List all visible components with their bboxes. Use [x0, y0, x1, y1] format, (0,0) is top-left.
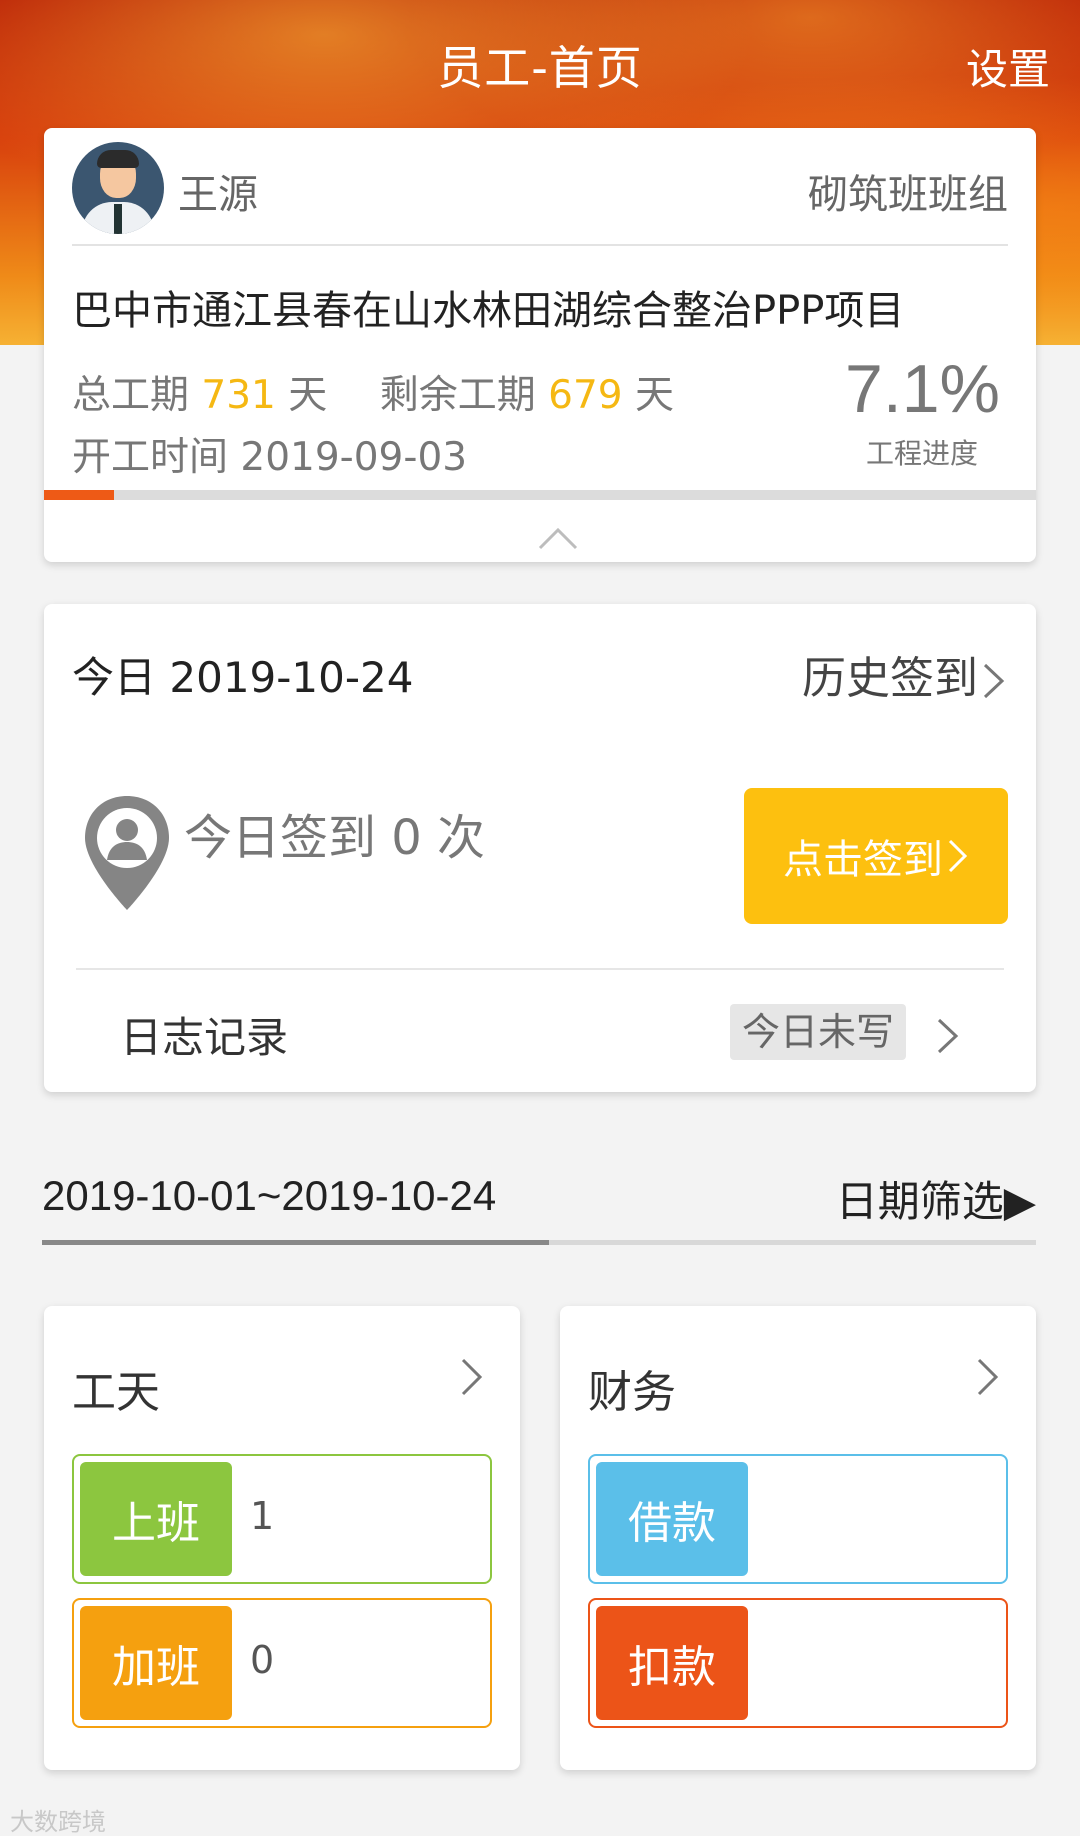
today-date-value: 2019-10-24 — [169, 653, 414, 702]
finance-title: 财务 — [588, 1367, 676, 1418]
log-status-badge: 今日未写 — [730, 1004, 907, 1060]
location-person-icon — [85, 796, 169, 910]
date-range-bar — [42, 1240, 1036, 1245]
workdays-title: 工天 — [72, 1367, 160, 1418]
project-name: 巴中市通江县春在山水林田湖综合整治PPP项目 — [72, 288, 905, 334]
signin-count: 今日签到 0 次 — [184, 810, 486, 866]
start-date: 2019-09-03 — [240, 435, 468, 480]
team-name: 砌筑班班组 — [808, 172, 1008, 218]
today-label: 今日 — [72, 653, 157, 702]
project-card: 王源 砌筑班班组 巴中市通江县春在山水林田湖综合整治PPP项目 总工期 731 … — [44, 128, 1036, 562]
remaining-period-label: 剩余工期 — [379, 373, 536, 418]
finance-row-loan[interactable]: 借款 — [588, 1454, 1008, 1584]
chevron-right-icon — [983, 663, 1005, 699]
date-range: 2019-10-01~2019-10-24 — [42, 1172, 497, 1219]
overtime-label: 加班 — [80, 1606, 232, 1720]
chevron-right-icon — [948, 839, 968, 873]
history-signin-link[interactable]: 历史签到 — [802, 642, 1006, 706]
total-period-value: 731 — [201, 373, 276, 418]
progress-percent: 7.1% — [845, 351, 1000, 427]
user-name: 王源 — [178, 172, 258, 218]
loan-label: 借款 — [596, 1462, 748, 1576]
day-unit: 天 — [634, 373, 674, 418]
remaining-period-value: 679 — [548, 373, 623, 418]
day-unit: 天 — [288, 373, 328, 418]
log-label[interactable]: 日志记录 — [120, 1004, 288, 1065]
progress-bar-fill — [44, 490, 115, 500]
onduty-label: 上班 — [80, 1462, 232, 1576]
onduty-value: 1 — [250, 1494, 275, 1538]
start-label: 开工时间 — [72, 435, 229, 480]
deduction-label: 扣款 — [596, 1606, 748, 1720]
chevron-right-icon[interactable] — [976, 1356, 1000, 1398]
chevron-right-icon[interactable] — [936, 1016, 960, 1056]
date-range-bar-fill — [42, 1240, 549, 1245]
workdays-card: 工天 上班 1 加班 0 — [44, 1306, 520, 1770]
progress-label: 工程进度 — [865, 437, 978, 470]
watermark: 大数跨境 — [10, 1808, 106, 1836]
signin-card: 今日 2019-10-24 历史签到 今日签到 0 次 点击签到 日志记录 今日… — [44, 604, 1036, 1092]
page-title: 员工-首页 — [437, 41, 643, 95]
workdays-row-onduty[interactable]: 上班 1 — [72, 1454, 492, 1584]
divider — [72, 244, 1008, 246]
chevron-up-icon[interactable] — [538, 524, 578, 552]
finance-row-deduction[interactable]: 扣款 — [588, 1598, 1008, 1728]
signin-button[interactable]: 点击签到 — [744, 788, 1008, 924]
settings-button[interactable]: 设置 — [966, 36, 1050, 97]
signin-button-label: 点击签到 — [783, 837, 943, 883]
avatar[interactable] — [72, 142, 164, 234]
start-info: 开工时间 2019-09-03 — [72, 426, 467, 482]
date-filter-button[interactable]: 日期筛选▶ — [836, 1168, 1036, 1229]
finance-card: 财务 借款 扣款 — [560, 1306, 1036, 1770]
today-date: 今日 2019-10-24 — [72, 644, 413, 705]
overtime-value: 0 — [250, 1638, 275, 1682]
total-period-label: 总工期 — [72, 373, 190, 418]
progress-bar — [44, 490, 1036, 500]
history-signin-label: 历史签到 — [802, 653, 978, 704]
chevron-right-icon[interactable] — [460, 1356, 484, 1398]
workdays-row-overtime[interactable]: 加班 0 — [72, 1598, 492, 1728]
period-info: 总工期 731 天 剩余工期 679 天 — [72, 364, 674, 420]
divider — [76, 968, 1004, 970]
